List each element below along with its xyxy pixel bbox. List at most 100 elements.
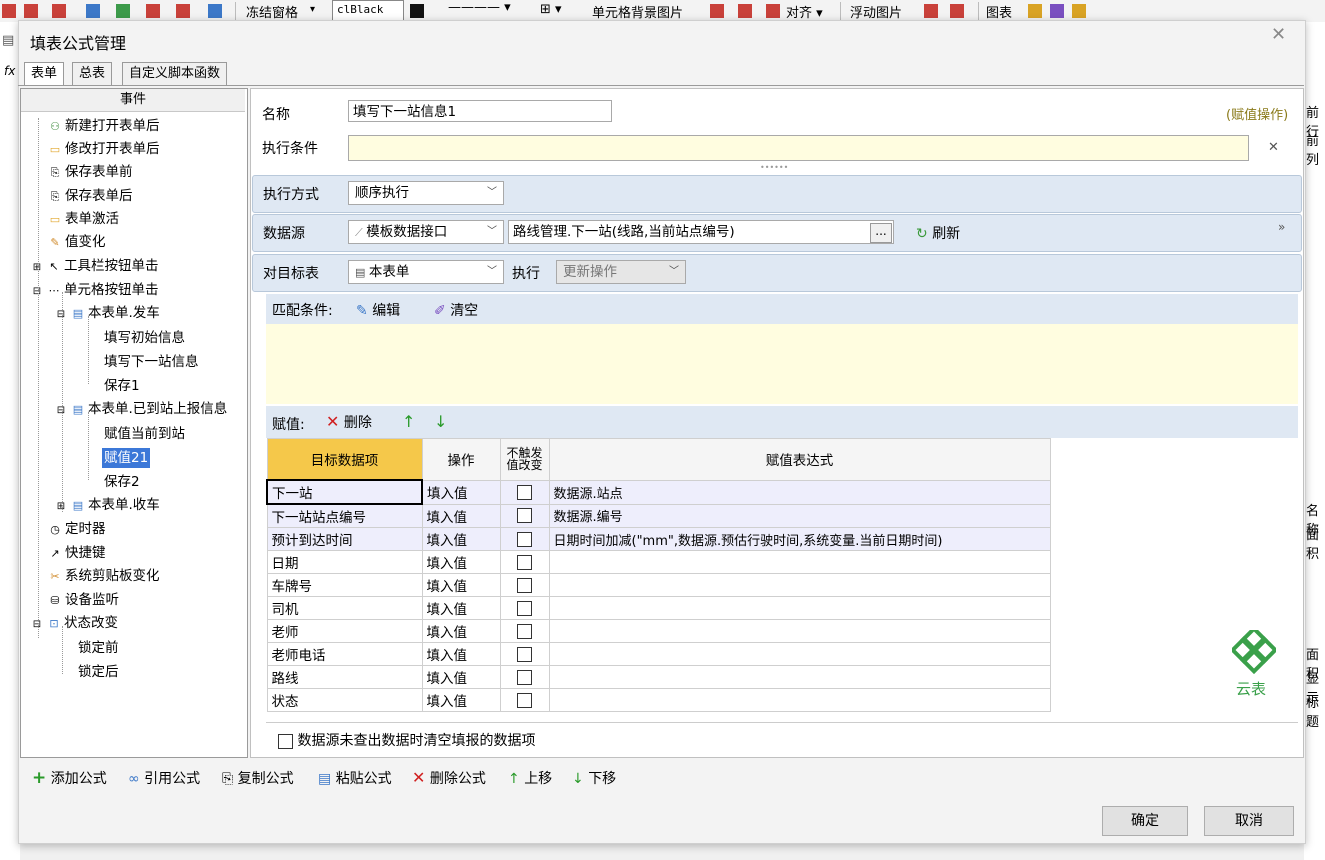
grid-cell-op[interactable]: 填入值 xyxy=(421,619,501,643)
grid-row[interactable]: 预计到达时间 填入值 日期时间加减("mm",数据源.预估行驶时间,系统变量.当前日… xyxy=(266,527,1051,551)
grid-cell-target[interactable]: 预计到达时间 xyxy=(266,527,423,551)
browse-button[interactable]: ... xyxy=(870,223,892,243)
collapse-icon[interactable]: ⊟ xyxy=(30,282,44,302)
tree-item-depart[interactable]: ⊟ ▤ 本表单.发车 xyxy=(54,303,160,323)
grid-cell-op[interactable]: 填入值 xyxy=(421,550,501,574)
cancel-button[interactable]: 取消 xyxy=(1204,806,1294,836)
move-up-icon[interactable]: ↑ xyxy=(402,412,415,431)
copy-formula-button[interactable]: ⎘ 复制公式 xyxy=(222,768,294,788)
grid-row[interactable]: 下一站 填入值 数据源.站点 xyxy=(266,479,1051,505)
toolbar-icon[interactable] xyxy=(710,4,724,18)
expand-down-icon[interactable]: » xyxy=(1278,220,1285,234)
no-trigger-checkbox[interactable] xyxy=(517,554,532,570)
assign-delete-button[interactable]: ✕ 删除 xyxy=(326,412,372,432)
line-style-select[interactable]: ———— ▾ xyxy=(448,0,511,15)
grid-cell-op[interactable]: 填入值 xyxy=(421,503,501,528)
collapse-icon[interactable]: ⊟ xyxy=(30,615,44,635)
grid-cell-target[interactable]: 车牌号 xyxy=(266,573,423,597)
collapse-icon[interactable]: ⊟ xyxy=(54,305,68,325)
expand-icon[interactable]: ⊞ xyxy=(54,497,68,517)
toolbar-icon[interactable] xyxy=(116,4,130,18)
chart-button[interactable]: 图表 xyxy=(986,2,1012,21)
tree-item-assign-current[interactable]: 赋值当前到站 xyxy=(104,424,185,444)
move-up-button[interactable]: ↑ 上移 xyxy=(508,768,552,788)
paste-formula-button[interactable]: ▤ 粘贴公式 xyxy=(318,768,392,788)
tree-item-toolbar-click[interactable]: ⊞ ↖ 工具栏按钮单击 xyxy=(30,256,159,276)
grid-cell-expr[interactable]: 日期时间加减("mm",数据源.预估行驶时间,系统变量.当前日期时间) xyxy=(548,527,1051,551)
tree-item-shortcut[interactable]: ↗ 快捷键 xyxy=(48,543,105,563)
tree-item-state-change[interactable]: ⊟ ⊡ 状态改变 xyxy=(30,613,118,633)
move-down-button[interactable]: ↓ 下移 xyxy=(572,768,616,788)
toolbar-icon[interactable] xyxy=(738,4,752,18)
chart-icon[interactable] xyxy=(1050,4,1064,18)
match-edit-button[interactable]: ✎ 编辑 xyxy=(356,300,400,320)
exec-mode-select[interactable]: 顺序执行 ﹀ xyxy=(348,181,504,205)
no-trigger-checkbox[interactable] xyxy=(517,646,532,662)
exec-operation-select[interactable]: 更新操作 ﹀ xyxy=(556,260,686,284)
tree-item-after-lock[interactable]: 锁定后 xyxy=(78,662,119,682)
grid-header-target[interactable]: 目标数据项 xyxy=(266,438,423,481)
grid-cell-target[interactable]: 路线 xyxy=(266,665,423,689)
no-trigger-checkbox[interactable] xyxy=(517,600,532,616)
toolbar-icon[interactable] xyxy=(2,4,16,18)
delete-formula-button[interactable]: ✕ 删除公式 xyxy=(412,768,486,788)
expand-icon[interactable]: ⊞ xyxy=(30,258,44,278)
toolbar-icon[interactable] xyxy=(766,4,780,18)
grid-row[interactable]: 司机 填入值 xyxy=(266,596,1051,620)
tree-item-edit-open[interactable]: ▭ 修改打开表单后 xyxy=(48,139,160,159)
tree-item-before-lock[interactable]: 锁定前 xyxy=(78,638,119,658)
grid-row[interactable]: 车牌号 填入值 xyxy=(266,573,1051,597)
tree-item-form-activate[interactable]: ▭ 表单激活 xyxy=(48,209,119,229)
grid-header-op[interactable]: 操作 xyxy=(421,438,501,481)
add-formula-button[interactable]: + 添加公式 xyxy=(32,768,107,788)
match-condition-area[interactable] xyxy=(266,324,1298,404)
tree-item-fill-initial[interactable]: 填写初始信息 xyxy=(104,328,185,348)
grid-cell-op[interactable]: 填入值 xyxy=(421,527,501,551)
grid-cell-op[interactable]: 填入值 xyxy=(421,665,501,689)
chart-icon[interactable] xyxy=(1072,4,1086,18)
grid-cell-expr[interactable] xyxy=(548,688,1051,712)
grid-cell-target[interactable]: 下一站 xyxy=(266,479,423,505)
grid-cell-op[interactable]: 填入值 xyxy=(421,688,501,712)
grid-row[interactable]: 老师电话 填入值 xyxy=(266,642,1051,666)
align-button[interactable]: 对齐 ▾ xyxy=(786,2,823,21)
grid-row[interactable]: 老师 填入值 xyxy=(266,619,1051,643)
tree-item-timer[interactable]: ◷ 定时器 xyxy=(48,519,105,539)
grid-cell-op[interactable]: 填入值 xyxy=(421,479,501,505)
cell-bg-image-button[interactable]: 单元格背景图片 xyxy=(592,2,683,21)
grid-cell-target[interactable]: 下一站站点编号 xyxy=(266,503,423,528)
tab-form[interactable]: 表单 xyxy=(24,62,65,85)
tab-summary[interactable]: 总表 xyxy=(72,62,113,85)
toolbar-icon[interactable] xyxy=(146,4,160,18)
grid-cell-expr[interactable] xyxy=(548,573,1051,597)
formula-edit-icon[interactable]: ✕ xyxy=(1268,140,1279,155)
grid-cell-target[interactable]: 日期 xyxy=(266,550,423,574)
toolbar-icon[interactable] xyxy=(950,4,964,18)
tree-item-new-open[interactable]: ⚇ 新建打开表单后 xyxy=(48,116,159,136)
grid-row[interactable]: 状态 填入值 xyxy=(266,688,1051,712)
clear-option[interactable]: 数据源未查出数据时清空填报的数据项 xyxy=(278,730,535,750)
grid-cell-expr[interactable]: 数据源.编号 xyxy=(548,503,1051,528)
tree-item-fill-next-station[interactable]: 填写下一站信息 xyxy=(104,352,199,372)
tree-item-clipboard[interactable]: ✂ 系统剪贴板变化 xyxy=(48,566,159,586)
tree-item-arrived-report[interactable]: ⊟ ▤ 本表单.已到站上报信息 xyxy=(54,399,244,419)
datasource-input[interactable]: 路线管理.下一站(线路,当前站点编号) xyxy=(508,220,894,244)
no-trigger-checkbox[interactable] xyxy=(517,577,532,593)
match-clear-button[interactable]: ✐ 清空 xyxy=(434,300,478,320)
tree-item-save1[interactable]: 保存1 xyxy=(104,376,140,396)
no-trigger-checkbox[interactable] xyxy=(517,623,532,639)
ok-button[interactable]: 确定 xyxy=(1102,806,1188,836)
grid-cell-expr[interactable]: 数据源.站点 xyxy=(548,479,1051,505)
grid-cell-expr[interactable] xyxy=(548,550,1051,574)
grid-cell-op[interactable]: 填入值 xyxy=(421,596,501,620)
ref-formula-button[interactable]: ∞ 引用公式 xyxy=(128,768,200,788)
toolbar-icon[interactable] xyxy=(86,4,100,18)
grid-cell-target[interactable]: 司机 xyxy=(266,596,423,620)
splitter-handle[interactable]: •••••• xyxy=(760,163,788,172)
tree-item-device[interactable]: ⛁ 设备监听 xyxy=(48,590,119,610)
chart-icon[interactable] xyxy=(1028,4,1042,18)
grid-cell-expr[interactable] xyxy=(548,642,1051,666)
close-icon[interactable]: ✕ xyxy=(1271,24,1286,45)
no-trigger-checkbox[interactable] xyxy=(517,484,532,500)
grid-cell-expr[interactable] xyxy=(548,665,1051,689)
